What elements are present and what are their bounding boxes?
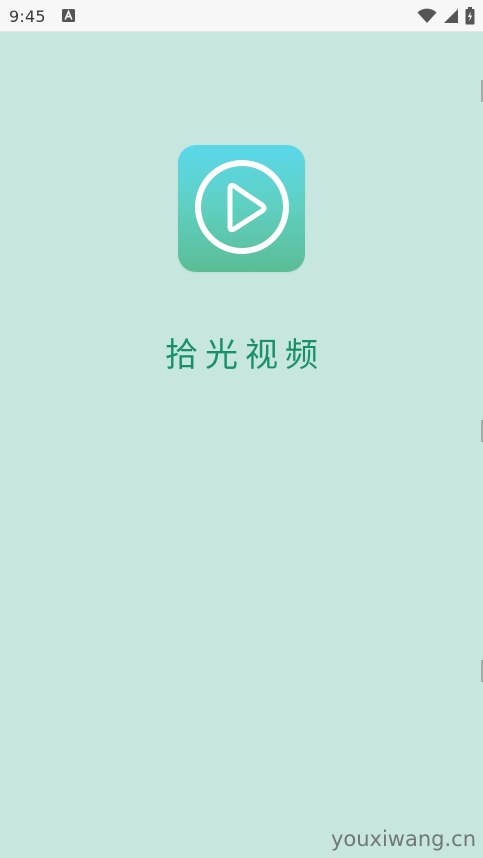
app-logo [178, 145, 305, 272]
splash-screen: 拾光视频 [0, 32, 483, 858]
status-icons [417, 7, 475, 25]
app-name: 拾光视频 [165, 335, 325, 374]
status-bar: 9:45 [0, 0, 483, 32]
watermark: youxiwang.cn [330, 827, 476, 851]
status-time: 9:45 [9, 7, 46, 26]
a-letter-icon [62, 9, 75, 22]
play-circle-icon [195, 160, 289, 254]
wifi-icon [417, 8, 437, 23]
signal-icon [444, 9, 458, 23]
battery-charging-icon [465, 7, 475, 25]
